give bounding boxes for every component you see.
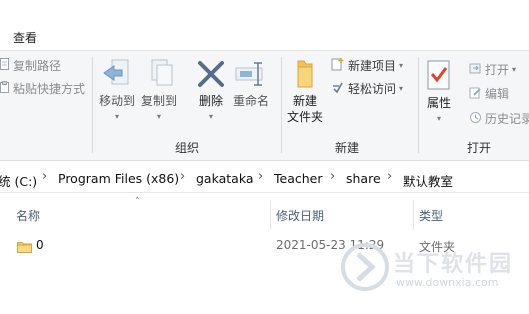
chevron-down-icon: ▾ bbox=[436, 114, 441, 123]
column-header-name[interactable]: 名称 bbox=[16, 207, 40, 224]
copy-path-button[interactable]: 复制路径 bbox=[0, 57, 61, 74]
breadcrumb-gakataka[interactable]: gakataka bbox=[196, 171, 254, 186]
new-item-icon bbox=[331, 57, 345, 74]
sort-arrow-icon: ˄ bbox=[135, 197, 140, 207]
move-to-button[interactable]: 移动到 ▾ bbox=[99, 57, 135, 125]
chevron-down-icon: ▾ bbox=[399, 61, 404, 70]
new-group-label: 新建 bbox=[335, 141, 360, 155]
easy-access-label: 轻松访问 bbox=[348, 82, 397, 96]
delete-button[interactable]: 删除 ▾ bbox=[196, 57, 226, 125]
properties-label: 属性 bbox=[426, 96, 451, 110]
chevron-down-icon: ▾ bbox=[512, 65, 517, 74]
chevron-down-icon: ▾ bbox=[115, 112, 120, 121]
copy-path-label: 复制路径 bbox=[13, 59, 62, 73]
paste-shortcut-icon bbox=[0, 80, 10, 97]
move-to-label: 移动到 bbox=[99, 94, 136, 108]
breadcrumb-teacher[interactable]: Teacher bbox=[274, 171, 323, 186]
copy-to-label: 复制到 bbox=[141, 94, 178, 108]
paste-shortcut-label: 粘贴快捷方式 bbox=[13, 82, 86, 96]
new-item-button[interactable]: 新建项目 ▾ bbox=[331, 57, 403, 74]
chevron-down-icon: ▾ bbox=[157, 112, 162, 121]
column-divider[interactable] bbox=[413, 200, 414, 230]
copy-path-icon bbox=[0, 57, 10, 74]
chevron-right-icon: › bbox=[258, 169, 264, 184]
history-label: 历史记录 bbox=[485, 112, 529, 126]
chevron-right-icon: › bbox=[330, 169, 336, 184]
folder-icon bbox=[17, 238, 32, 253]
file-name[interactable]: 0 bbox=[36, 238, 44, 252]
breadcrumb-current-folder[interactable]: 默认教室 bbox=[403, 171, 453, 190]
ribbon-separator bbox=[418, 57, 419, 153]
breadcrumb-share[interactable]: share bbox=[346, 171, 381, 186]
move-to-icon bbox=[99, 57, 135, 93]
breadcrumb-program-files[interactable]: Program Files (x86) bbox=[58, 171, 179, 186]
chevron-down-icon: ▾ bbox=[208, 112, 213, 121]
history-icon bbox=[469, 111, 482, 127]
properties-button[interactable]: 属性 ▾ bbox=[425, 59, 453, 127]
delete-icon bbox=[196, 57, 226, 93]
ribbon-separator bbox=[92, 57, 93, 153]
breadcrumb-drive[interactable]: 统 (C:) bbox=[0, 171, 37, 190]
new-item-label: 新建项目 bbox=[348, 59, 397, 73]
new-folder-icon bbox=[287, 57, 323, 93]
column-header-modified[interactable]: 修改日期 bbox=[276, 207, 324, 224]
chevron-right-icon: › bbox=[42, 169, 48, 184]
easy-access-icon bbox=[331, 80, 345, 97]
rename-label: 重命名 bbox=[233, 94, 270, 108]
chevron-right-icon: › bbox=[180, 169, 186, 184]
delete-label: 删除 bbox=[198, 94, 223, 108]
chevron-down-icon: ▾ bbox=[399, 84, 404, 93]
column-divider[interactable] bbox=[270, 200, 271, 230]
breadcrumb: 统 (C:) › Program Files (x86) › gakataka … bbox=[0, 166, 529, 193]
chevron-right-icon: › bbox=[387, 169, 393, 184]
watermark-url: www.downxia.com bbox=[396, 276, 499, 289]
menu-bar: 查看 bbox=[0, 0, 529, 50]
edit-icon bbox=[469, 86, 482, 102]
watermark-title: 当下软件园 bbox=[393, 252, 514, 277]
new-folder-button[interactable]: 新建 文件夹 bbox=[287, 57, 323, 125]
paste-shortcut-button[interactable]: 粘贴快捷方式 bbox=[0, 80, 85, 97]
open-icon bbox=[469, 62, 482, 78]
watermark: 当下软件园 www.downxia.com bbox=[330, 238, 529, 298]
edit-button[interactable]: 编辑 bbox=[469, 85, 509, 102]
open-button[interactable]: 打开 ▾ bbox=[469, 61, 516, 78]
ribbon: 复制路径 粘贴快捷方式 移动到 ▾ 复制到 ▾ 删除 ▾ 重命名 组织 新建 文… bbox=[0, 50, 529, 161]
new-folder-label: 新建 文件夹 bbox=[287, 94, 324, 124]
ribbon-separator bbox=[281, 57, 282, 153]
watermark-logo-icon bbox=[341, 243, 389, 291]
column-header-type[interactable]: 类型 bbox=[419, 207, 443, 224]
properties-icon bbox=[425, 59, 453, 95]
organize-group-label: 组织 bbox=[175, 141, 200, 155]
history-button[interactable]: 历史记录 bbox=[469, 110, 529, 127]
easy-access-button[interactable]: 轻松访问 ▾ bbox=[331, 80, 403, 97]
copy-to-button[interactable]: 复制到 ▾ bbox=[141, 57, 177, 125]
edit-label: 编辑 bbox=[485, 87, 510, 101]
open-label: 打开 bbox=[485, 63, 510, 77]
copy-to-icon bbox=[141, 57, 177, 93]
tab-view[interactable]: 查看 bbox=[13, 29, 37, 46]
rename-icon bbox=[233, 57, 269, 93]
rename-button[interactable]: 重命名 bbox=[233, 57, 269, 109]
open-group-label: 打开 bbox=[467, 141, 492, 155]
